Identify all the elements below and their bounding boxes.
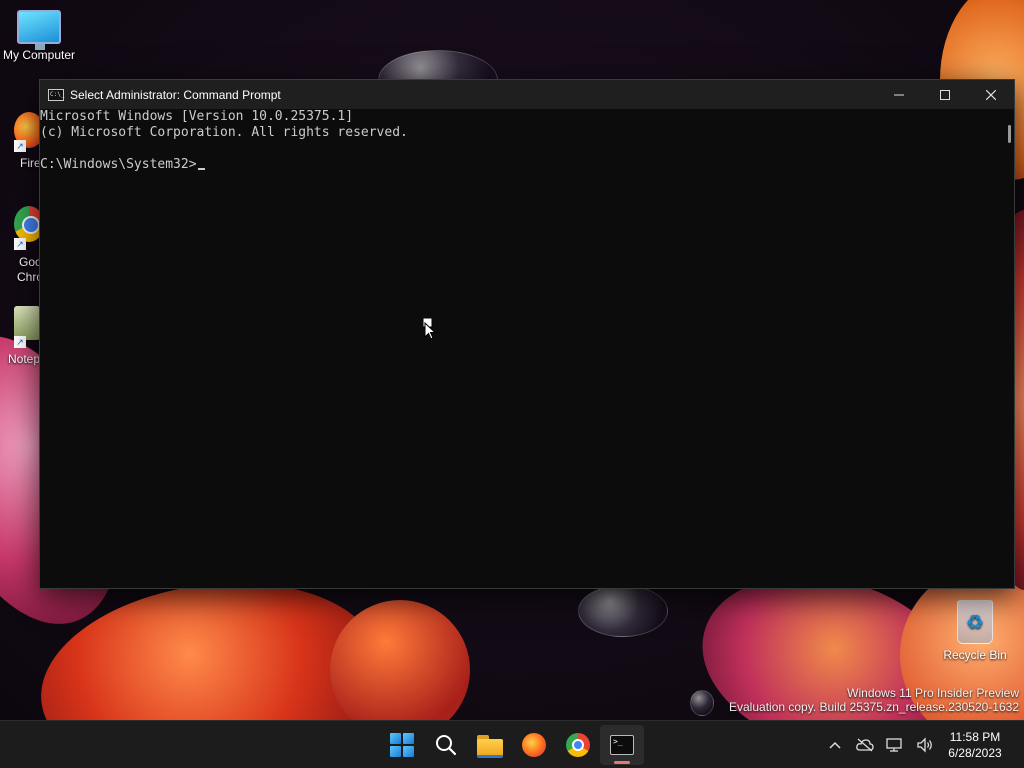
cloud-offline-icon [856,738,874,752]
close-button[interactable] [968,80,1014,109]
vertical-scrollbar[interactable] [1004,109,1014,588]
console-prompt: C:\Windows\System32> [40,157,197,172]
start-icon [390,733,414,757]
clock-date: 6/28/2023 [948,746,1002,760]
console-line: Microsoft Windows [Version 10.0.25375.1] [40,109,354,124]
text-cursor [197,168,205,170]
mouse-pointer-icon [422,317,437,345]
maximize-button[interactable] [922,80,968,109]
desktop-icon-my-computer[interactable]: My Computer [0,10,78,62]
wallpaper-bubble [578,585,668,637]
terminal-taskbar-button[interactable]: >_ [600,725,644,765]
shortcut-arrow-icon: ↗ [14,336,26,348]
volume-button[interactable] [910,725,940,765]
minimize-icon [894,94,904,95]
file-explorer-button[interactable] [468,725,512,765]
close-icon [986,89,996,100]
desktop-icon-label: Notep [8,352,41,366]
watermark-line: Windows 11 Pro Insider Preview [847,686,1019,700]
shortcut-arrow-icon: ↗ [14,140,26,152]
minimize-button[interactable] [876,80,922,109]
wallpaper-bubble [690,690,714,716]
clock-time: 11:58 PM [949,730,1001,744]
search-button[interactable] [424,725,468,765]
taskbar-apps: >_ [380,721,644,768]
start-button[interactable] [380,725,424,765]
watermark-line: Evaluation copy. Build 25375.zn_release.… [729,700,1019,714]
computer-icon [17,10,61,50]
firefox-taskbar-button[interactable] [512,725,556,765]
command-prompt-window[interactable]: C:\_ Select Administrator: Command Promp… [39,79,1015,589]
show-hidden-icons-button[interactable] [820,725,850,765]
terminal-icon: >_ [610,735,634,755]
speaker-icon [917,737,932,753]
console-output[interactable]: Microsoft Windows [Version 10.0.25375.1]… [40,109,1004,588]
search-icon [436,735,457,756]
cmd-window-icon: C:\_ [48,88,64,101]
system-tray: 11:58 PM 6/28/2023 [820,721,1024,768]
console-line: (c) Microsoft Corporation. All rights re… [40,125,408,140]
console-prompt-line[interactable]: C:\Windows\System32> [40,157,1004,173]
title-bar[interactable]: C:\_ Select Administrator: Command Promp… [40,80,1014,109]
firefox-icon [522,733,546,757]
chrome-taskbar-button[interactable] [556,725,600,765]
desktop-icon-label: Recycle Bin [943,648,1007,662]
network-icon [886,738,902,752]
notepad-icon [14,306,40,340]
taskbar: >_ 11:58 PM 6/28/2023 [0,720,1024,768]
onedrive-button[interactable] [850,725,880,765]
clock[interactable]: 11:58 PM 6/28/2023 [940,729,1010,761]
chrome-icon [566,733,590,757]
network-button[interactable] [880,725,910,765]
scrollbar-thumb[interactable] [1008,125,1011,143]
desktop-icon-recycle-bin[interactable]: ♻ Recycle Bin [936,600,1014,662]
chevron-up-icon [829,741,841,749]
shortcut-arrow-icon: ↗ [14,238,26,250]
evaluation-watermark: Windows 11 Pro Insider Preview Evaluatio… [729,686,1019,714]
desktop-icon-label: My Computer [2,48,76,62]
file-explorer-icon [477,735,503,758]
recycle-bin-icon: ♻ [957,600,993,644]
desktop-icon-label: Fire [20,156,41,170]
maximize-icon [940,89,950,100]
window-controls [876,80,1014,109]
window-title: Select Administrator: Command Prompt [70,87,281,102]
